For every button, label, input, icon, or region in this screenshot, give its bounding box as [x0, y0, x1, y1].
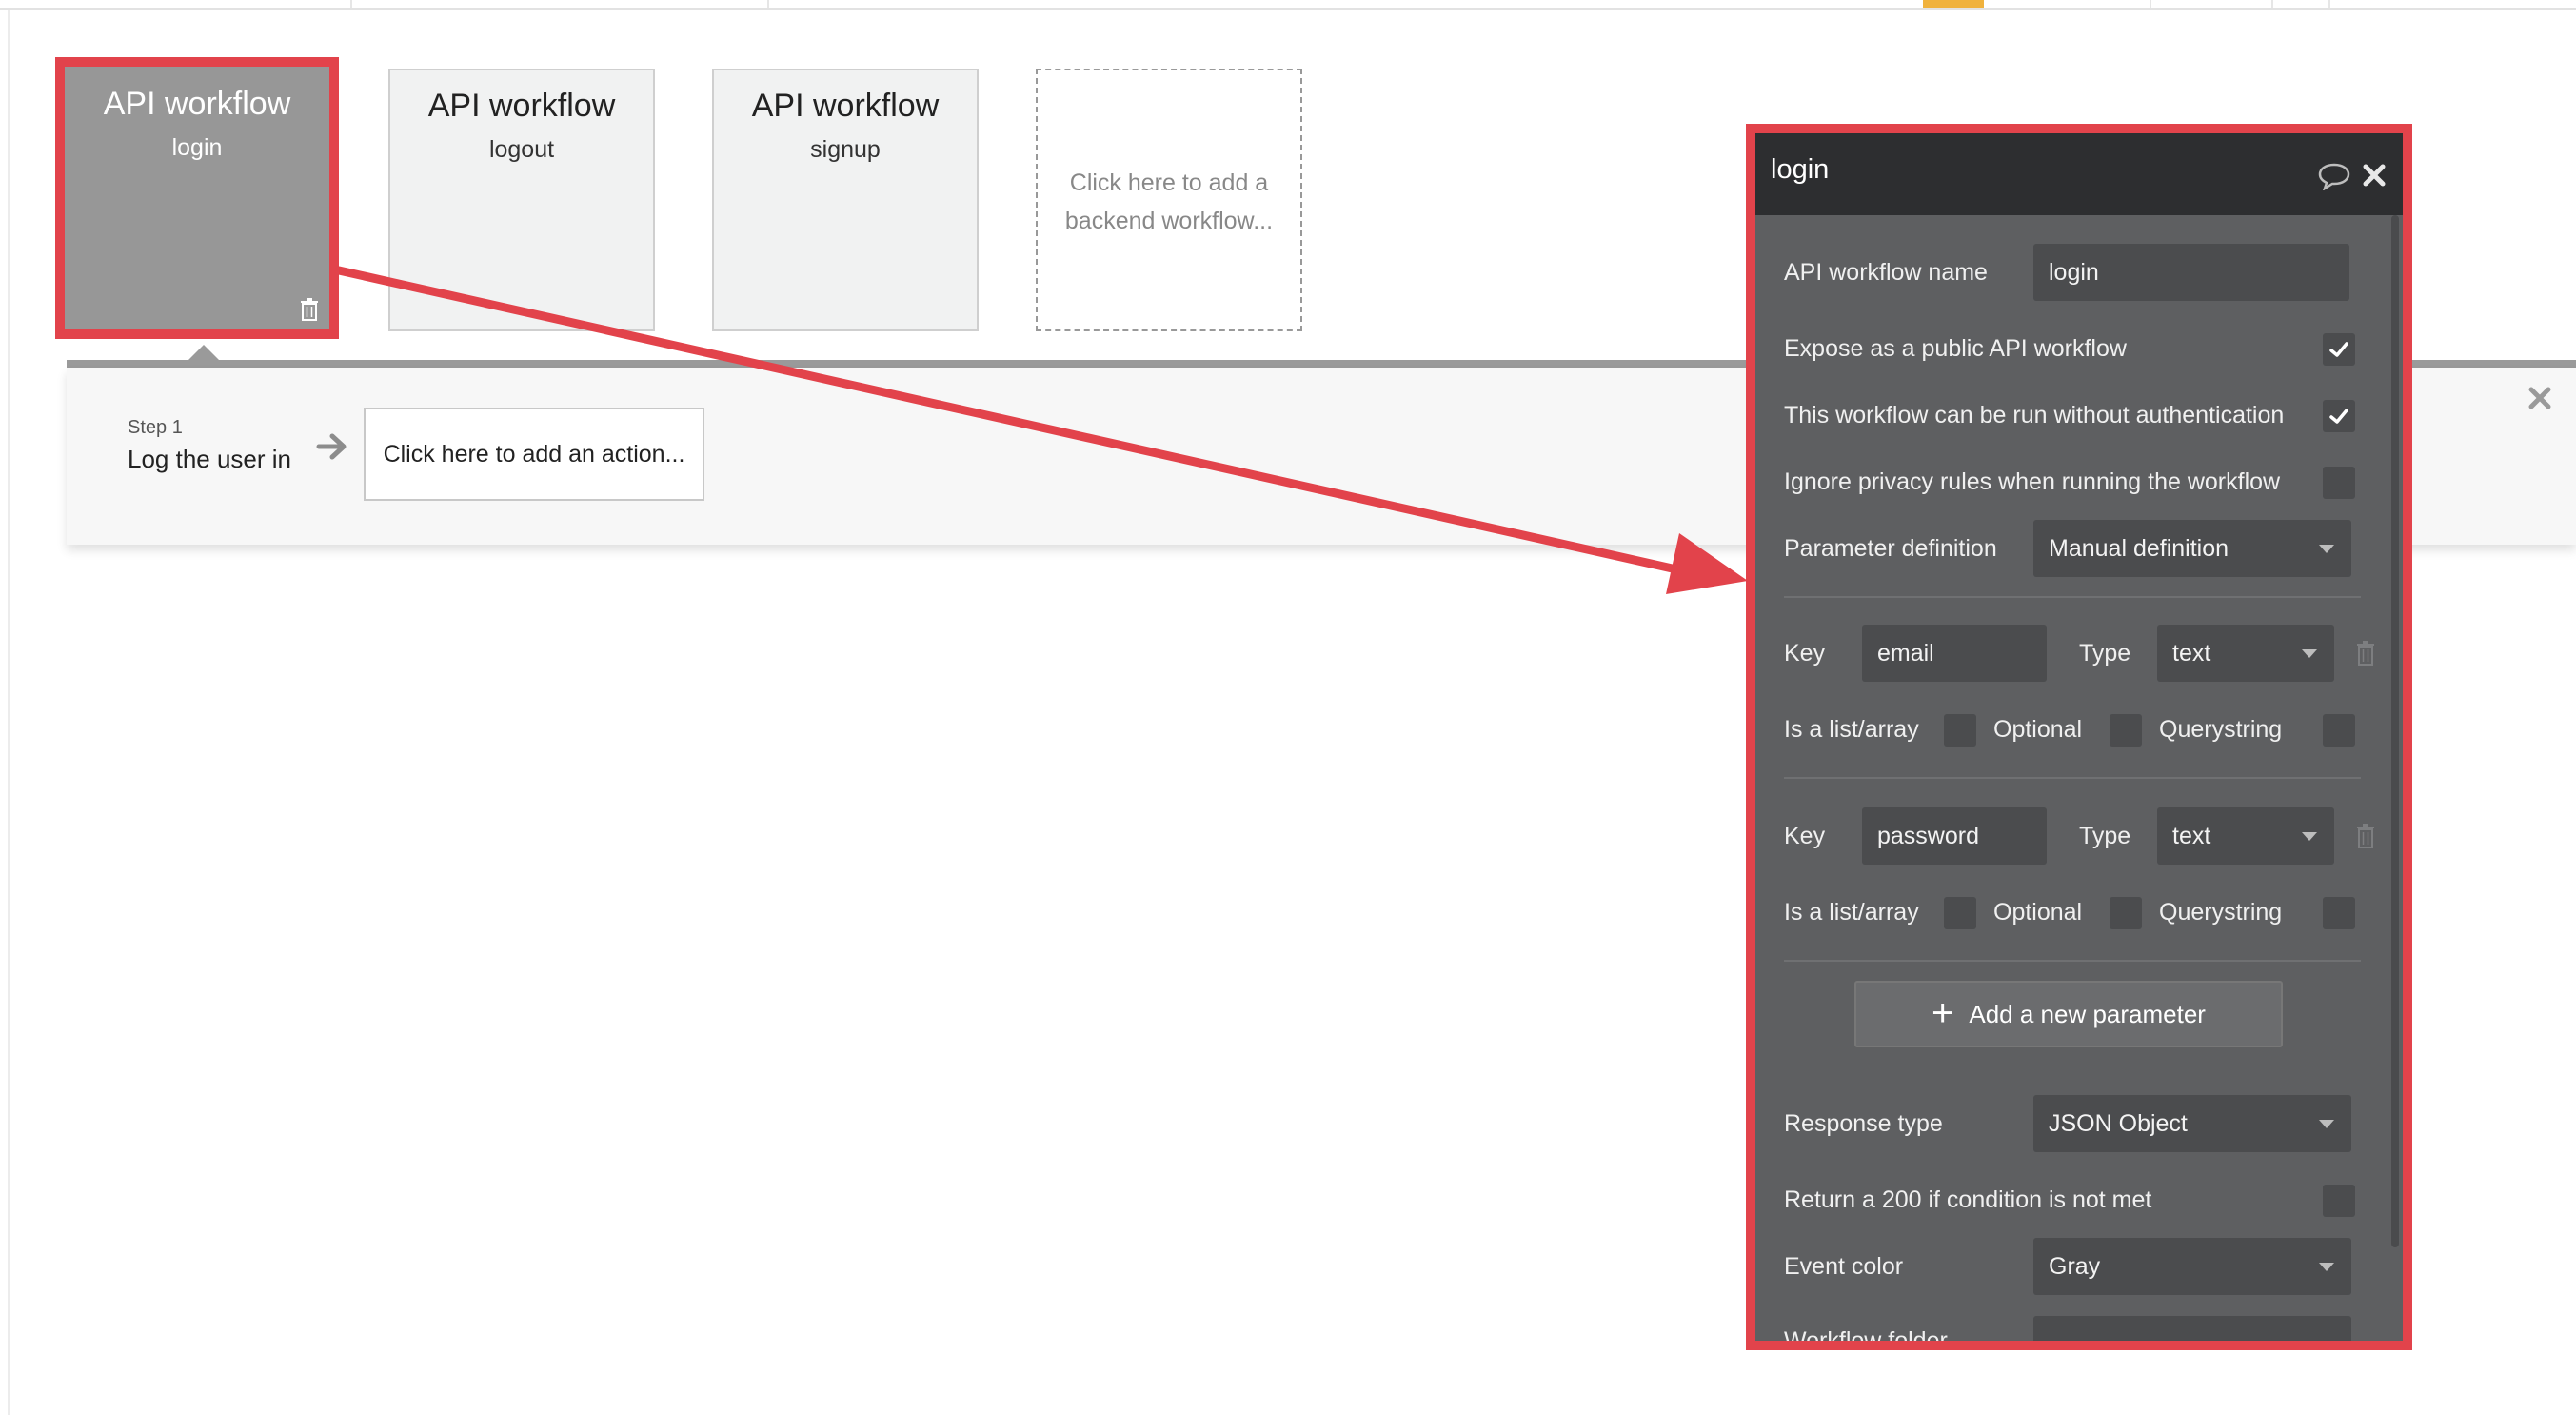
section-divider: [1784, 596, 2361, 598]
expose-public-checkbox[interactable]: [2323, 333, 2355, 366]
response-type-label: Response type: [1784, 1110, 1943, 1137]
editor-scrollbar[interactable]: [2391, 215, 2399, 1247]
workflow-card-title: API workflow: [751, 88, 940, 124]
ignore-privacy-checkbox[interactable]: [2323, 467, 2355, 499]
workflow-card-login[interactable]: API workflow login: [55, 57, 339, 339]
param-type-label: Type: [2079, 640, 2131, 667]
workflow-folder-dropdown[interactable]: [2033, 1316, 2351, 1349]
event-color-dropdown[interactable]: Gray: [2033, 1238, 2351, 1295]
canvas-left-edge: [8, 10, 10, 1415]
section-divider: [1784, 960, 2361, 962]
parameter-definition-label: Parameter definition: [1784, 535, 1997, 562]
toolbar-separator: [2271, 0, 2273, 8]
param-querystring-checkbox[interactable]: [2323, 714, 2355, 747]
workflow-card-name: logout: [488, 136, 555, 163]
param-key-input[interactable]: email: [1862, 625, 2047, 682]
add-parameter-button[interactable]: + Add a new parameter: [1854, 981, 2283, 1047]
param-list-checkbox[interactable]: [1944, 897, 1976, 929]
workflow-folder-label: Workflow folder: [1784, 1327, 1948, 1350]
active-tab-indicator: [1923, 0, 1984, 8]
param-querystring-label: Querystring: [2159, 716, 2283, 743]
param-type-value: text: [2172, 640, 2211, 667]
param-key-input[interactable]: password: [1862, 807, 2047, 865]
checkmark-icon: [2329, 342, 2348, 357]
expose-public-label: Expose as a public API workflow: [1784, 335, 2127, 362]
close-icon[interactable]: [2526, 385, 2553, 411]
param-type-dropdown[interactable]: text: [2157, 807, 2334, 865]
step-1[interactable]: Step 1 Log the user in: [128, 417, 291, 474]
add-parameter-label: Add a new parameter: [1969, 1000, 2206, 1028]
param-querystring-label: Querystring: [2159, 899, 2283, 926]
toolbar-separator: [2328, 0, 2330, 8]
add-action-button[interactable]: Click here to add an action...: [364, 408, 704, 501]
param-type-value: text: [2172, 823, 2211, 849]
workflow-card-logout[interactable]: API workflow logout: [388, 69, 655, 331]
toolbar-separator: [2150, 0, 2151, 8]
no-auth-label: This workflow can be run without authent…: [1784, 402, 2285, 428]
workflow-card-signup[interactable]: API workflow signup: [712, 69, 979, 331]
step-name: Log the user in: [128, 445, 292, 473]
chevron-down-icon: [2319, 1263, 2334, 1271]
checkmark-icon: [2329, 409, 2348, 424]
editor-header: login: [1755, 133, 2403, 215]
return-200-checkbox[interactable]: [2323, 1185, 2355, 1217]
close-icon[interactable]: [2361, 162, 2388, 189]
workflow-card-title: API workflow: [103, 86, 291, 122]
step-number: Step 1: [128, 417, 183, 438]
param-optional-label: Optional: [1993, 899, 2083, 926]
api-workflow-name-label: API workflow name: [1784, 259, 1988, 286]
event-color-value: Gray: [2049, 1253, 2101, 1280]
toolbar-separator: [350, 0, 352, 8]
param-optional-checkbox[interactable]: [2110, 714, 2142, 747]
trash-icon[interactable]: [2355, 823, 2376, 849]
selected-workflow-pointer: [188, 345, 219, 360]
response-type-value: JSON Object: [2049, 1110, 2188, 1137]
param-type-label: Type: [2079, 823, 2131, 849]
workflow-card-name: signup: [810, 136, 881, 163]
chevron-down-icon: [2302, 832, 2317, 841]
section-divider: [1784, 777, 2361, 779]
param-list-label: Is a list/array: [1784, 716, 1919, 743]
param-list-label: Is a list/array: [1784, 899, 1919, 926]
event-color-label: Event color: [1784, 1253, 1904, 1280]
property-editor: login API workflow name login Expose as …: [1746, 124, 2412, 1350]
chevron-down-icon: [2319, 1341, 2334, 1349]
param-type-dropdown[interactable]: text: [2157, 625, 2334, 682]
plus-icon: +: [1932, 992, 1954, 1035]
no-auth-checkbox[interactable]: [2323, 400, 2355, 432]
param-key-label: Key: [1784, 823, 1826, 849]
chevron-down-icon: [2302, 649, 2317, 658]
parameter-definition-dropdown[interactable]: Manual definition: [2033, 520, 2351, 577]
param-list-checkbox[interactable]: [1944, 714, 1976, 747]
param-querystring-checkbox[interactable]: [2323, 897, 2355, 929]
param-optional-label: Optional: [1993, 716, 2083, 743]
arrow-right-icon: [316, 433, 347, 460]
api-workflow-name-input[interactable]: login: [2033, 244, 2349, 301]
toolbar-separator: [767, 0, 769, 8]
parameter-definition-value: Manual definition: [2049, 535, 2229, 562]
chevron-down-icon: [2319, 1120, 2334, 1128]
top-toolbar: [0, 0, 2576, 10]
ignore-privacy-label: Ignore privacy rules when running the wo…: [1784, 468, 2281, 495]
return-200-label: Return a 200 if condition is not met: [1784, 1186, 2152, 1213]
add-workflow-text: Click here to add a backend workflow...: [1064, 169, 1274, 234]
comment-icon[interactable]: [2317, 162, 2351, 190]
editor-body: API workflow name login Expose as a publ…: [1755, 215, 2403, 1350]
trash-icon[interactable]: [2355, 640, 2376, 667]
chevron-down-icon: [2319, 545, 2334, 553]
trash-icon[interactable]: [299, 297, 320, 322]
add-backend-workflow-button[interactable]: Click here to add a backend workflow...: [1036, 69, 1302, 331]
workflow-card-name: login: [171, 134, 223, 161]
param-key-label: Key: [1784, 640, 1826, 667]
response-type-dropdown[interactable]: JSON Object: [2033, 1095, 2351, 1152]
workflow-card-title: API workflow: [427, 88, 616, 124]
editor-title: login: [1771, 154, 1830, 185]
param-optional-checkbox[interactable]: [2110, 897, 2142, 929]
